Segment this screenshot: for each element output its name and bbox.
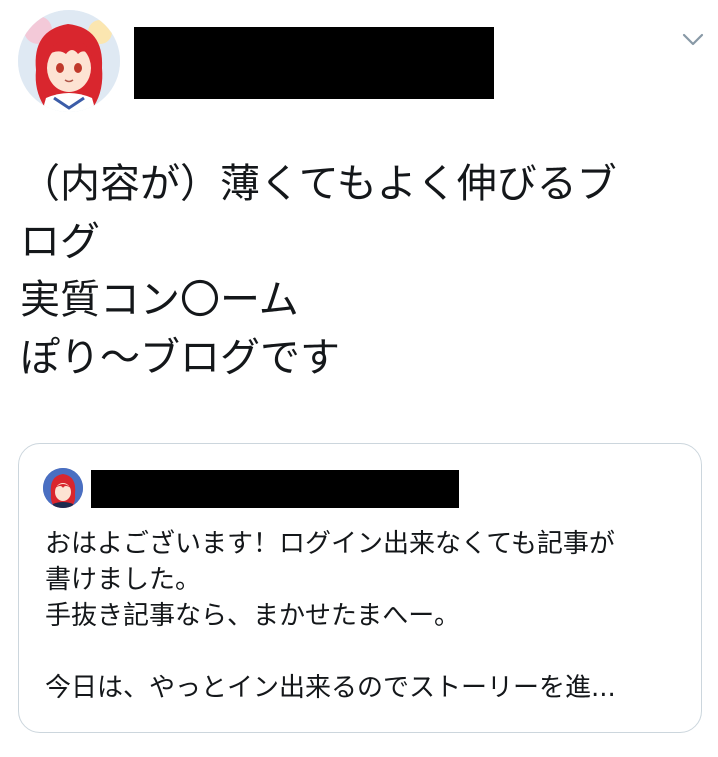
tweet-text-line: （内容が）薄くてもよく伸びるブ <box>20 161 617 207</box>
quoted-tweet-text: おはよございます！ログイン出来なくても記事が 書けました。 手抜き記事なら、まか… <box>45 526 685 706</box>
quoted-tweet-text-line: 手抜き記事なら、まかせたまへー。 <box>45 601 460 631</box>
tweet-text-line: ぽり～ブログです <box>20 335 340 381</box>
author-avatar-image <box>18 10 120 112</box>
quoted-tweet-text-line: 書けました。 <box>45 565 202 595</box>
author-name-redacted <box>134 27 494 99</box>
tweet-text-line: 実質コン〇ーム <box>20 277 299 323</box>
quoted-tweet-text-line: おはよございます！ログイン出来なくても記事が <box>45 529 615 559</box>
chevron-down-icon[interactable] <box>682 32 704 46</box>
quoted-author-avatar <box>43 468 83 508</box>
quoted-tweet-text-line: 今日は、やっとイン出来るのでストーリーを進... <box>45 673 616 703</box>
quoted-tweet-text-line <box>45 634 685 670</box>
quoted-tweet-card[interactable]: おはよございます！ログイン出来なくても記事が 書けました。 手抜き記事なら、まか… <box>18 443 702 733</box>
quoted-author-name-redacted <box>91 470 459 508</box>
tweet-text: （内容が）薄くてもよく伸びるブ ログ 実質コン〇ーム ぽり～ブログです <box>20 155 700 387</box>
author-avatar[interactable] <box>18 10 120 112</box>
tweet-text-line: ログ <box>20 219 100 265</box>
